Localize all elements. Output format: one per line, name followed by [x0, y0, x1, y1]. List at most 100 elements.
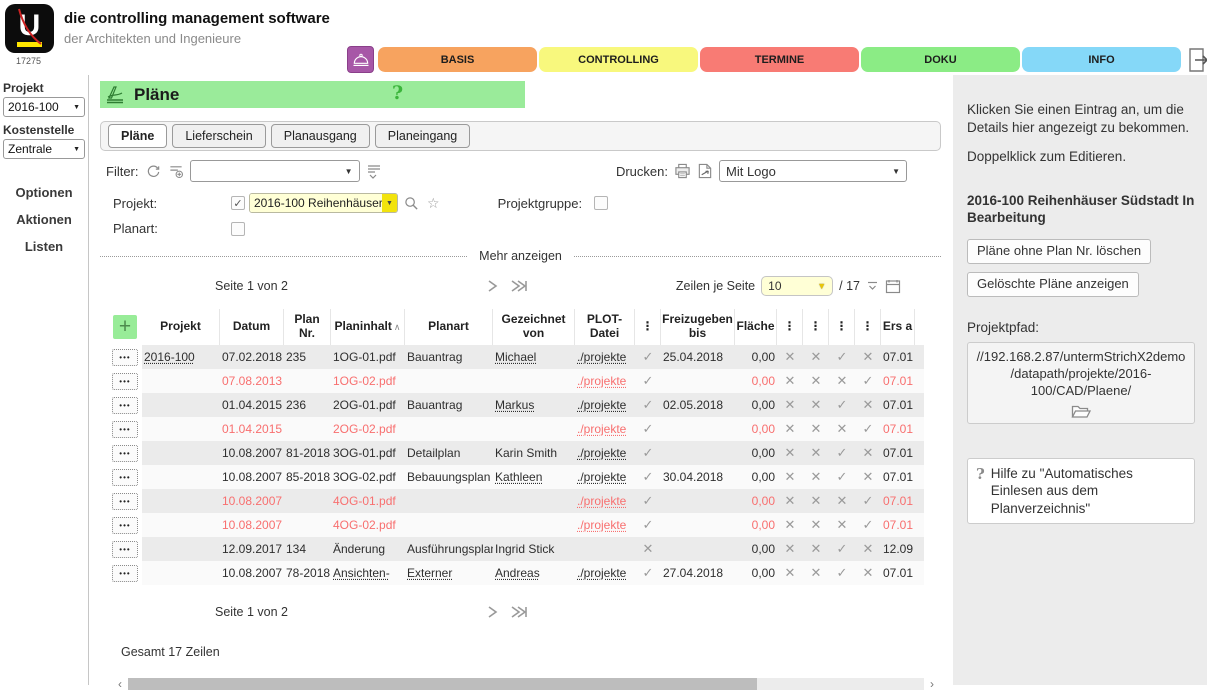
cell-plot[interactable]: ./projekte — [575, 494, 635, 508]
help-icon[interactable]: ? — [392, 82, 403, 104]
kostenstelle-select[interactable]: Zentrale ▼ — [3, 139, 85, 159]
pdf-export-icon[interactable] — [697, 163, 713, 179]
projekt-filter-select[interactable]: 2016-100 Reihenhäuser S ▼ — [249, 193, 398, 213]
planart-checkbox[interactable] — [231, 222, 245, 236]
row-menu-button[interactable]: ••• — [112, 373, 138, 390]
calendar-icon[interactable] — [885, 279, 901, 294]
scroll-right-icon[interactable]: › — [924, 677, 940, 691]
tab-planausgang[interactable]: Planausgang — [271, 124, 370, 148]
scrollbar-track[interactable] — [128, 678, 924, 690]
favorite-star-icon[interactable]: ☆ — [427, 195, 440, 212]
sidebar-item-optionen[interactable]: Optionen — [15, 185, 72, 200]
nav-tab-controlling[interactable]: CONTROLLING — [539, 47, 698, 72]
home-cloche-icon[interactable] — [347, 46, 374, 73]
open-folder-icon[interactable] — [972, 404, 1190, 419]
add-filter-icon[interactable] — [168, 164, 184, 179]
search-icon[interactable] — [404, 196, 419, 211]
projektgruppe-checkbox[interactable] — [594, 196, 608, 210]
cell-gezeichnet[interactable]: Andreas — [493, 566, 575, 580]
column-header-menu-7[interactable]: ⋮ — [635, 309, 661, 345]
cell-plot[interactable]: ./projekte — [575, 374, 635, 388]
cell-gezeichnet[interactable]: Markus — [493, 398, 575, 412]
plan-row[interactable]: 07.08.20131OG-02.pdf./projekte✓0,00✕✕✕✓0… — [142, 369, 924, 393]
logo-select[interactable]: Mit Logo ▼ — [719, 160, 907, 182]
projekt-checkbox[interactable]: ✓ — [231, 196, 245, 210]
column-header-planart[interactable]: Planart — [405, 309, 493, 345]
logout-icon[interactable] — [1186, 47, 1207, 73]
row-menu-button[interactable]: ••• — [112, 397, 138, 414]
plan-row[interactable]: 01.04.20152OG-02.pdf./projekte✓0,00✕✕✕✓0… — [142, 417, 924, 441]
plan-row[interactable]: 12.09.2017134ÄnderungAusführungsplanIngr… — [142, 537, 924, 561]
print-icon[interactable] — [674, 163, 691, 179]
cell-planinhalt[interactable]: Ansichten- — [331, 566, 405, 580]
cell-plot[interactable]: ./projekte — [575, 518, 635, 532]
cell-planart[interactable]: Externer — [405, 566, 493, 580]
row-menu-button[interactable]: ••• — [112, 517, 138, 534]
column-header-fläche[interactable]: Fläche — [735, 309, 777, 345]
tab-planeingang[interactable]: Planeingang — [375, 124, 471, 148]
horizontal-scrollbar[interactable]: ‹ › — [112, 677, 940, 690]
plan-row[interactable]: 10.08.20074OG-01.pdf./projekte✓0,00✕✕✕✓0… — [142, 489, 924, 513]
plan-row[interactable]: 10.08.200778-2018Ansichten-ExternerAndre… — [142, 561, 924, 585]
column-header-gezeichnet-von[interactable]: Gezeichnet von — [493, 309, 575, 345]
cell-plot[interactable]: ./projekte — [575, 350, 635, 364]
last-page-icon[interactable] — [507, 277, 529, 295]
row-menu-button[interactable]: ••• — [112, 493, 138, 510]
column-header-plan-nr-[interactable]: Plan Nr. — [284, 309, 331, 345]
column-header-menu-10[interactable]: ⋮ — [777, 309, 803, 345]
plan-row[interactable]: 10.08.200785-20183OG-02.pdfBebauungsplan… — [142, 465, 924, 489]
plan-row[interactable]: 10.08.200781-20183OG-01.pdfDetailplanKar… — [142, 441, 924, 465]
show-deleted-plans-button[interactable]: Gelöschte Pläne anzeigen — [967, 272, 1139, 297]
column-header-menu-13[interactable]: ⋮ — [855, 309, 881, 345]
scroll-left-icon[interactable]: ‹ — [112, 677, 128, 691]
plan-row[interactable]: 2016-10007.02.20182351OG-01.pdfBauantrag… — [142, 345, 924, 369]
cell-gezeichnet[interactable]: Kathleen — [493, 470, 575, 484]
projekt-select[interactable]: 2016-100 ▼ — [3, 97, 85, 117]
column-header-planinhalt[interactable]: Planinhalt∧ — [331, 309, 405, 345]
cell-plot[interactable]: ./projekte — [575, 470, 635, 484]
row-menu-button[interactable]: ••• — [112, 541, 138, 558]
scrollbar-thumb[interactable] — [128, 678, 757, 690]
auto-import-help-link[interactable]: ? Hilfe zu "Automatisches Einlesen aus d… — [967, 458, 1195, 525]
row-menu-button[interactable]: ••• — [112, 421, 138, 438]
cell-ers: 07.01 — [881, 494, 915, 508]
row-menu-button[interactable]: ••• — [112, 349, 138, 366]
cell-gezeichnet[interactable]: Michael — [493, 350, 575, 364]
column-header-datum[interactable]: Datum — [220, 309, 284, 345]
column-header-plot-datei[interactable]: PLOT-Datei — [575, 309, 635, 345]
row-menu-button[interactable]: ••• — [112, 469, 138, 486]
row-menu-button[interactable]: ••• — [112, 565, 138, 582]
filter-select[interactable]: ▼ — [190, 160, 360, 182]
tab-pläne[interactable]: Pläne — [108, 124, 167, 148]
sidebar-item-aktionen[interactable]: Aktionen — [16, 212, 72, 227]
column-header-projekt[interactable]: Projekt — [142, 309, 220, 345]
next-page-icon[interactable] — [483, 603, 501, 621]
refresh-icon[interactable] — [146, 164, 161, 179]
last-page-icon[interactable] — [507, 603, 529, 621]
column-header-freizugeben-bis[interactable]: Freizugeben bis — [661, 309, 735, 345]
tab-lieferschein[interactable]: Lieferschein — [172, 124, 265, 148]
column-header-menu-11[interactable]: ⋮ — [803, 309, 829, 345]
collapse-icon[interactable] — [866, 280, 879, 292]
plan-row[interactable]: 10.08.20074OG-02.pdf./projekte✓0,00✕✕✕✓0… — [142, 513, 924, 537]
cell-plot[interactable]: ./projekte — [575, 422, 635, 436]
rows-per-page-select[interactable]: 10 ▼ — [761, 276, 833, 296]
delete-plans-without-nr-button[interactable]: Pläne ohne Plan Nr. löschen — [967, 239, 1151, 264]
column-config-icon[interactable] — [366, 163, 382, 179]
sidebar-item-listen[interactable]: Listen — [25, 239, 63, 254]
nav-tab-termine[interactable]: TERMINE — [700, 47, 859, 72]
nav-tab-basis[interactable]: BASIS — [378, 47, 537, 72]
cell-plot[interactable]: ./projekte — [575, 566, 635, 580]
row-menu-button[interactable]: ••• — [112, 445, 138, 462]
nav-tab-info[interactable]: INFO — [1022, 47, 1181, 72]
nav-tab-doku[interactable]: DOKU — [861, 47, 1020, 72]
add-plan-button[interactable]: + — [113, 315, 137, 339]
cell-plot[interactable]: ./projekte — [575, 446, 635, 460]
mehr-anzeigen-link[interactable]: Mehr anzeigen — [479, 249, 562, 263]
plan-row[interactable]: 01.04.20152362OG-01.pdfBauantragMarkus./… — [142, 393, 924, 417]
column-header-menu-12[interactable]: ⋮ — [829, 309, 855, 345]
next-page-icon[interactable] — [483, 277, 501, 295]
cell-plot[interactable]: ./projekte — [575, 398, 635, 412]
column-header-ers-a[interactable]: Ers a — [881, 309, 915, 345]
cell-projekt[interactable]: 2016-100 — [142, 350, 220, 364]
